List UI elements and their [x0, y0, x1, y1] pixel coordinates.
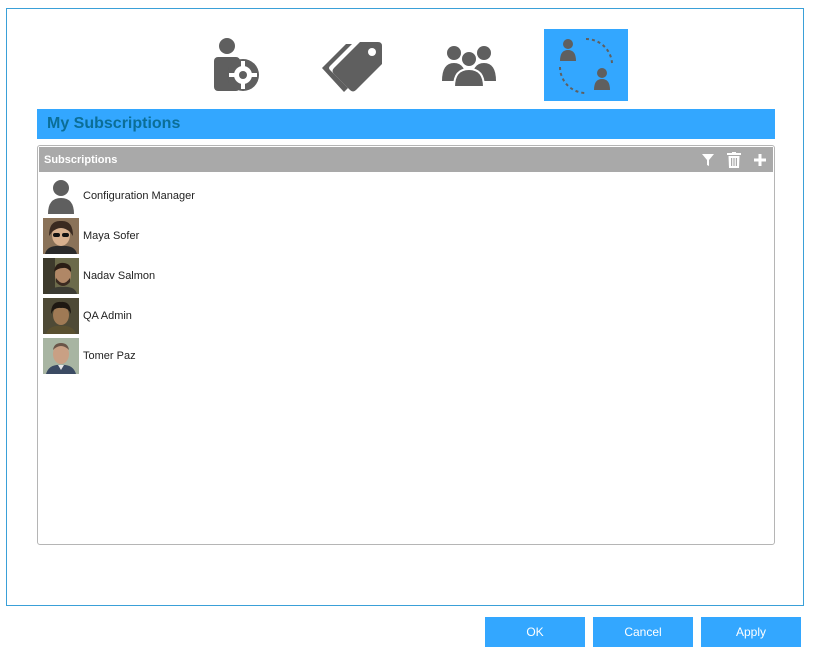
list-item[interactable]: Maya Sofer	[43, 216, 769, 256]
ok-button[interactable]: OK	[485, 617, 585, 647]
tab-subscriptions[interactable]	[544, 29, 628, 101]
panel-header: Subscriptions	[39, 147, 773, 172]
section-title: My Subscriptions	[47, 115, 181, 132]
tab-user-settings[interactable]	[195, 29, 279, 101]
user-gear-icon	[214, 38, 259, 91]
avatar	[43, 218, 79, 254]
list-item-label: Nadav Salmon	[83, 270, 156, 282]
tags-icon	[322, 42, 382, 92]
add-button[interactable]	[751, 151, 769, 169]
default-user-icon	[43, 178, 79, 214]
tab-tags[interactable]	[309, 29, 393, 101]
filter-icon	[702, 154, 714, 166]
list-item[interactable]: Tomer Paz	[43, 336, 769, 376]
filter-button[interactable]	[699, 151, 717, 169]
apply-button[interactable]: Apply	[701, 617, 801, 647]
avatar	[43, 338, 79, 374]
panel-title: Subscriptions	[44, 153, 118, 166]
list-item-label: Configuration Manager	[83, 190, 195, 202]
section-header: My Subscriptions	[37, 109, 775, 139]
subscriptions-list: Configuration Manager Maya Sofer Nadav S…	[43, 176, 769, 376]
list-item-label: QA Admin	[83, 310, 132, 322]
avatar	[43, 298, 79, 334]
list-item[interactable]: Nadav Salmon	[43, 256, 769, 296]
avatar	[43, 258, 79, 294]
list-item-label: Tomer Paz	[83, 350, 136, 362]
subscriptions-dialog: My Subscriptions Subscriptions Configura…	[6, 8, 804, 606]
list-item-label: Maya Sofer	[83, 230, 140, 242]
subscriptions-panel: Subscriptions Configuration Manager Maya…	[37, 145, 775, 545]
subscriptions-cycle-icon	[559, 37, 613, 94]
trash-icon	[727, 152, 741, 168]
cancel-button[interactable]: Cancel	[593, 617, 693, 647]
plus-icon	[754, 154, 766, 166]
delete-button[interactable]	[725, 151, 743, 169]
tab-groups[interactable]	[427, 29, 511, 101]
list-item[interactable]: Configuration Manager	[43, 176, 769, 216]
users-group-icon	[442, 46, 496, 88]
list-item[interactable]: QA Admin	[43, 296, 769, 336]
panel-toolbar	[699, 151, 769, 169]
